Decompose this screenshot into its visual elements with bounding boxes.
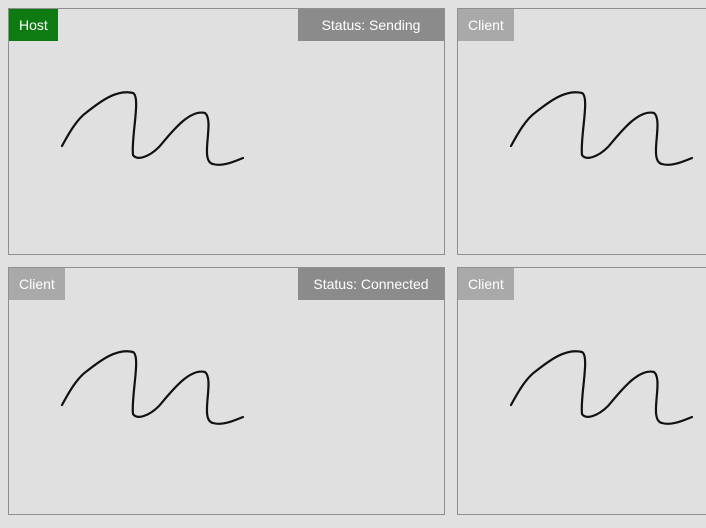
client-canvas-panel-bottom-left[interactable]: Client Status: Connected (8, 267, 445, 515)
drawing-stroke (60, 350, 245, 425)
host-canvas-panel[interactable]: Host Status: Sending (8, 8, 445, 255)
status-badge: Status: Connected (298, 268, 444, 300)
whiteboard-sync-stage: Host Status: Sending Client Client Statu… (0, 0, 706, 528)
client-role-badge: Client (458, 9, 514, 41)
status-badge: Status: Sending (298, 9, 444, 41)
drawing-stroke (509, 350, 694, 425)
client-canvas-panel-bottom-right[interactable]: Client (457, 267, 706, 515)
client-role-badge: Client (458, 268, 514, 300)
host-role-badge: Host (9, 9, 58, 41)
drawing-stroke (60, 91, 245, 166)
drawing-stroke (509, 91, 694, 166)
client-role-badge: Client (9, 268, 65, 300)
client-canvas-panel-top-right[interactable]: Client (457, 8, 706, 255)
